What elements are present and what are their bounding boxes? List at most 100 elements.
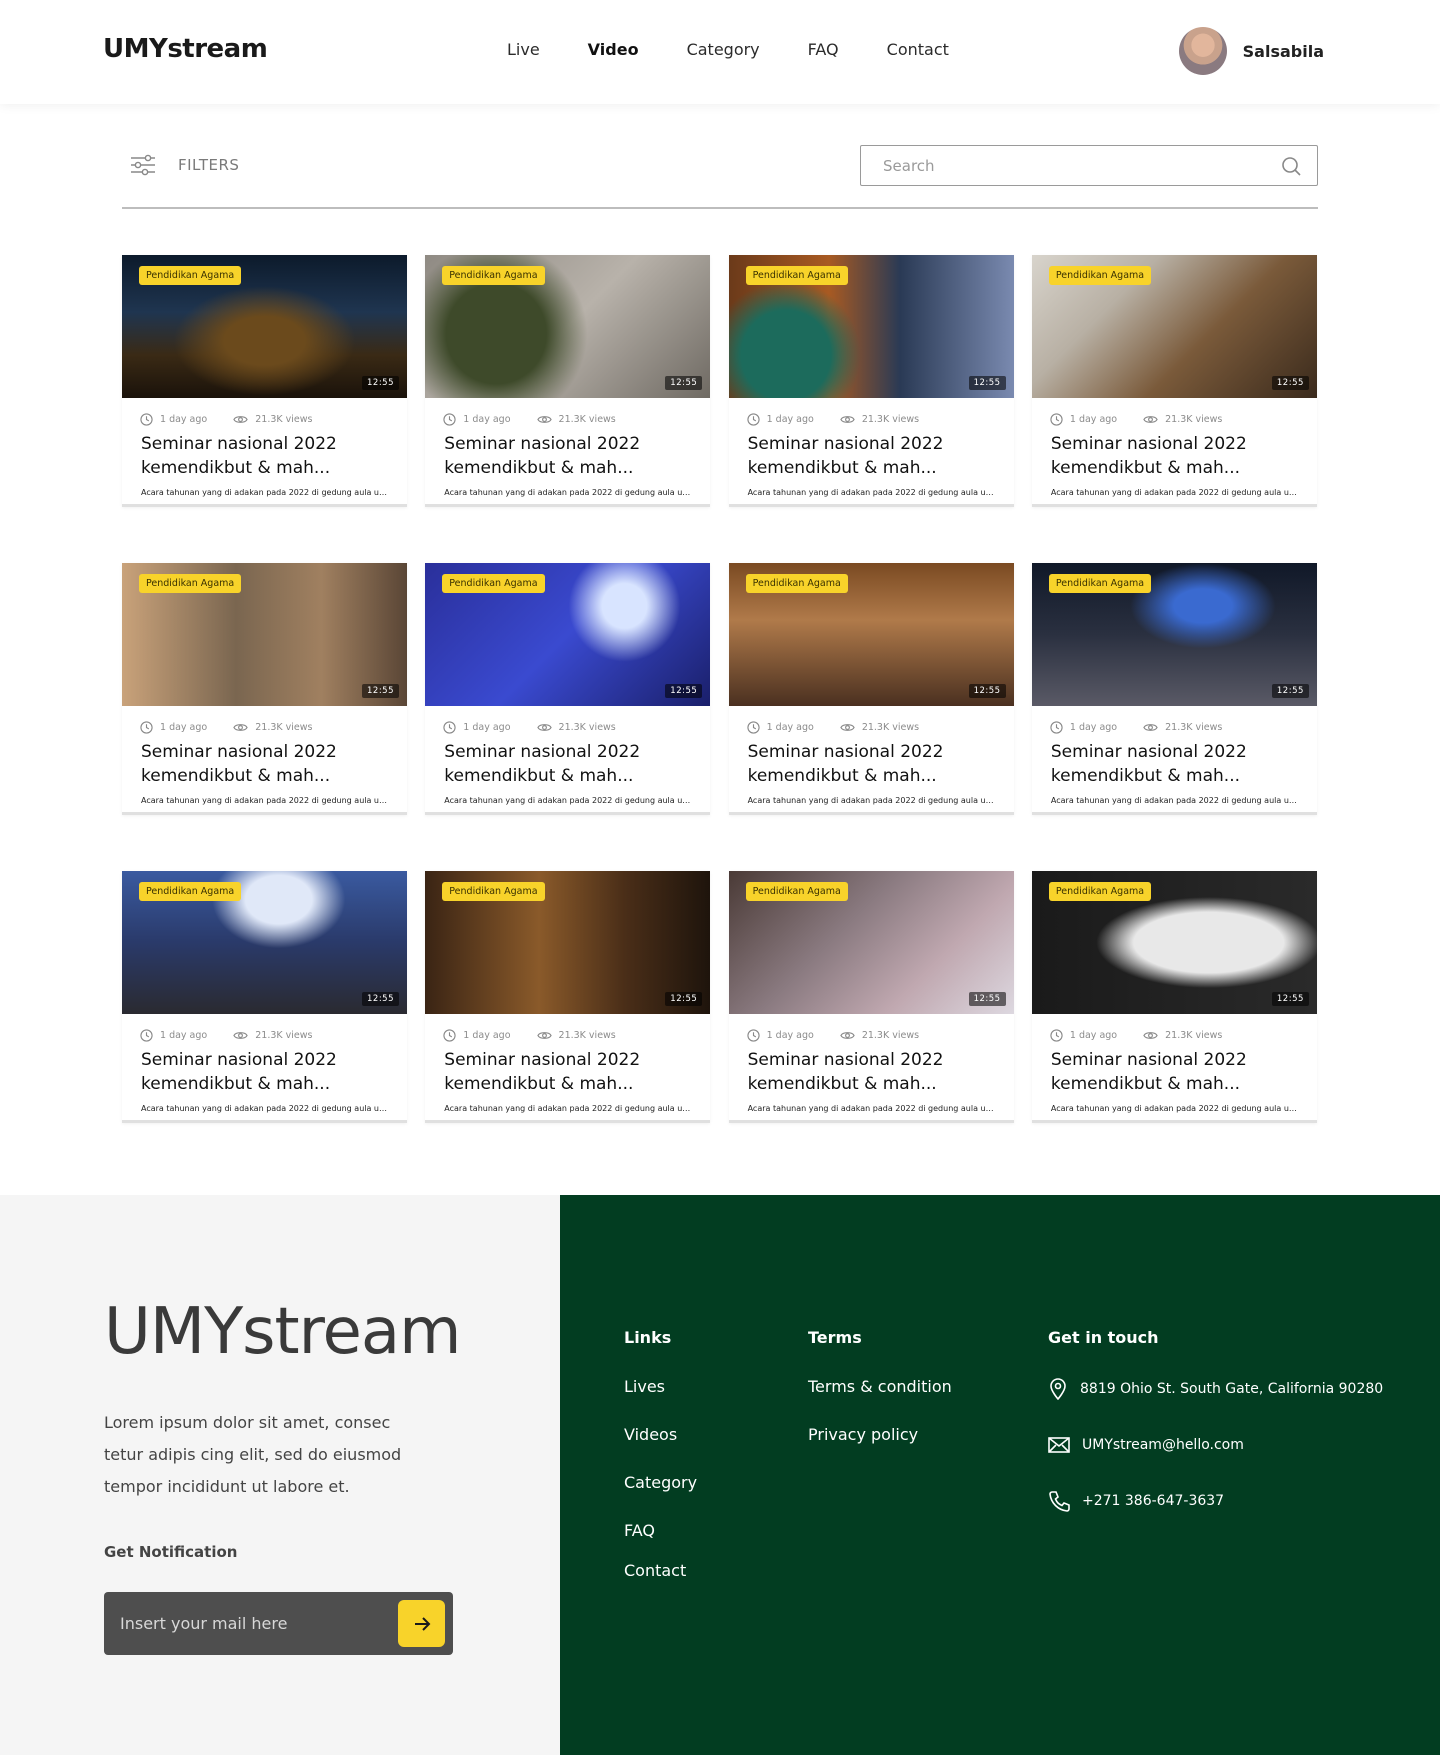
- video-title[interactable]: Seminar nasional 2022 kemendikbut & mah.…: [729, 1044, 1014, 1100]
- nav-live[interactable]: Live: [507, 40, 540, 59]
- video-thumbnail[interactable]: Pendidikan Agama 12:55: [1031, 871, 1317, 1014]
- contact-email-text[interactable]: UMYstream@hello.com: [1082, 1437, 1244, 1453]
- video-title[interactable]: Seminar nasional 2022 kemendikbut & mah.…: [122, 736, 407, 792]
- video-card[interactable]: Pendidikan Agama 12:55 1 day ago 21.3K v…: [728, 563, 1014, 815]
- video-card[interactable]: Pendidikan Agama 12:55 1 day ago 21.3K v…: [728, 255, 1014, 507]
- video-thumbnail[interactable]: Pendidikan Agama 12:55: [728, 255, 1014, 398]
- video-thumbnail[interactable]: Pendidikan Agama 12:55: [122, 871, 407, 1014]
- footer-link-category[interactable]: Category: [624, 1473, 697, 1521]
- contact-phone-text[interactable]: +271 386-647-3637: [1082, 1493, 1224, 1509]
- video-title[interactable]: Seminar nasional 2022 kemendikbut & mah.…: [122, 428, 407, 484]
- nav-video[interactable]: Video: [588, 40, 639, 59]
- nav-faq[interactable]: FAQ: [808, 40, 839, 59]
- video-title[interactable]: Seminar nasional 2022 kemendikbut & mah.…: [1032, 428, 1317, 484]
- video-title[interactable]: Seminar nasional 2022 kemendikbut & mah.…: [425, 428, 710, 484]
- footer-link-contact[interactable]: Contact: [624, 1561, 697, 1609]
- footer-contact-column: Get in touch 8819 Ohio St. South Gate, C…: [1048, 1328, 1383, 1529]
- video-card[interactable]: Pendidikan Agama 12:55 1 day ago 21.3K v…: [1031, 563, 1317, 815]
- video-card[interactable]: Pendidikan Agama 12:55 1 day ago 21.3K v…: [122, 255, 407, 507]
- video-card[interactable]: Pendidikan Agama 12:55 1 day ago 21.3K v…: [728, 871, 1014, 1123]
- video-thumbnail[interactable]: Pendidikan Agama 12:55: [425, 563, 711, 706]
- view-count: 21.3K views: [536, 721, 616, 733]
- eye-icon: [840, 415, 855, 423]
- video-card[interactable]: Pendidikan Agama 12:55 1 day ago 21.3K v…: [1031, 255, 1317, 507]
- duration-label: 12:55: [1271, 992, 1309, 1006]
- video-title[interactable]: Seminar nasional 2022 kemendikbut & mah.…: [122, 1044, 407, 1100]
- user-menu[interactable]: Salsabila: [1178, 27, 1324, 75]
- user-name[interactable]: Salsabila: [1243, 42, 1324, 61]
- search-input[interactable]: [861, 146, 1261, 185]
- eye-icon: [233, 415, 248, 423]
- upload-time-text: 1 day ago: [463, 413, 511, 425]
- category-badge: Pendidikan Agama: [139, 266, 242, 285]
- view-count: 21.3K views: [233, 722, 312, 733]
- video-thumbnail[interactable]: Pendidikan Agama 12:55: [425, 871, 711, 1014]
- email-field[interactable]: [104, 1592, 374, 1655]
- contact-email[interactable]: UMYstream@hello.com: [1048, 1417, 1383, 1473]
- clock-icon: [140, 1028, 153, 1042]
- filters-button[interactable]: FILTERS: [130, 153, 239, 177]
- video-title[interactable]: Seminar nasional 2022 kemendikbut & mah.…: [729, 736, 1014, 792]
- contact-address: 8819 Ohio St. South Gate, California 902…: [1048, 1361, 1383, 1417]
- clock-icon: [1050, 1028, 1063, 1042]
- video-description: Acara tahunan yang di adakan pada 2022 d…: [747, 488, 1001, 497]
- video-description: Acara tahunan yang di adakan pada 2022 d…: [444, 488, 698, 497]
- video-meta: 1 day ago 21.3K views: [1032, 1014, 1317, 1044]
- video-meta: 1 day ago 21.3K views: [122, 706, 407, 736]
- brand-logo[interactable]: UMYstream: [103, 34, 268, 64]
- view-count-text: 21.3K views: [558, 413, 616, 425]
- search-icon[interactable]: [1281, 156, 1301, 176]
- video-thumbnail[interactable]: Pendidikan Agama 12:55: [425, 255, 711, 398]
- category-badge: Pendidikan Agama: [745, 882, 848, 901]
- video-meta: 1 day ago 21.3K views: [425, 1014, 710, 1044]
- video-title[interactable]: Seminar nasional 2022 kemendikbut & mah.…: [729, 428, 1014, 484]
- eye-icon: [536, 415, 552, 423]
- category-badge: Pendidikan Agama: [442, 266, 545, 285]
- video-card[interactable]: Pendidikan Agama 12:55 1 day ago 21.3K v…: [425, 255, 711, 507]
- eye-icon: [1143, 1031, 1158, 1039]
- view-count-text: 21.3K views: [1165, 413, 1223, 425]
- upload-time: 1 day ago: [140, 412, 207, 426]
- video-title[interactable]: Seminar nasional 2022 kemendikbut & mah.…: [1032, 1044, 1317, 1100]
- video-card[interactable]: Pendidikan Agama 12:55 1 day ago 21.3K v…: [425, 563, 711, 815]
- video-description: Acara tahunan yang di adakan pada 2022 d…: [1050, 1104, 1304, 1113]
- video-thumbnail[interactable]: Pendidikan Agama 12:55: [1031, 563, 1317, 706]
- view-count-text: 21.3K views: [861, 721, 920, 733]
- nav-category[interactable]: Category: [687, 40, 760, 59]
- upload-time-text: 1 day ago: [160, 721, 208, 733]
- video-card[interactable]: Pendidikan Agama 12:55 1 day ago 21.3K v…: [122, 563, 407, 815]
- subscribe-button[interactable]: [398, 1600, 445, 1647]
- avatar[interactable]: [1178, 27, 1227, 75]
- category-badge: Pendidikan Agama: [1048, 266, 1152, 285]
- video-thumbnail[interactable]: Pendidikan Agama 12:55: [122, 255, 407, 398]
- video-thumbnail[interactable]: Pendidikan Agama 12:55: [728, 563, 1014, 706]
- footer-link-videos[interactable]: Videos: [624, 1425, 697, 1473]
- nav-contact[interactable]: Contact: [887, 40, 949, 59]
- video-card[interactable]: Pendidikan Agama 12:55 1 day ago 21.3K v…: [122, 871, 407, 1123]
- eye-icon: [1143, 723, 1158, 731]
- view-count-text: 21.3K views: [255, 413, 313, 425]
- footer-link-lives[interactable]: Lives: [624, 1377, 697, 1425]
- view-count-text: 21.3K views: [558, 721, 616, 733]
- footer-link-terms[interactable]: Terms & condition: [808, 1377, 952, 1425]
- video-thumbnail[interactable]: Pendidikan Agama 12:55: [728, 871, 1014, 1014]
- video-thumbnail[interactable]: Pendidikan Agama 12:55: [122, 563, 407, 706]
- video-card[interactable]: Pendidikan Agama 12:55 1 day ago 21.3K v…: [1031, 871, 1317, 1123]
- view-count: 21.3K views: [1143, 414, 1222, 425]
- location-pin-icon: [1050, 1378, 1066, 1400]
- footer-link-privacy[interactable]: Privacy policy: [808, 1425, 952, 1473]
- video-card[interactable]: Pendidikan Agama 12:55 1 day ago 21.3K v…: [425, 871, 711, 1123]
- upload-time: 1 day ago: [1050, 720, 1117, 734]
- duration-label: 12:55: [665, 992, 703, 1006]
- video-title[interactable]: Seminar nasional 2022 kemendikbut & mah.…: [425, 1044, 710, 1100]
- contact-phone[interactable]: +271 386-647-3637: [1048, 1473, 1383, 1529]
- view-count-text: 21.3K views: [861, 413, 920, 425]
- clock-icon: [443, 720, 456, 734]
- video-description: Acara tahunan yang di adakan pada 2022 d…: [747, 796, 1001, 805]
- video-title[interactable]: Seminar nasional 2022 kemendikbut & mah.…: [425, 736, 710, 792]
- video-meta: 1 day ago 21.3K views: [425, 706, 710, 736]
- video-title[interactable]: Seminar nasional 2022 kemendikbut & mah.…: [1032, 736, 1317, 792]
- video-meta: 1 day ago 21.3K views: [122, 398, 407, 428]
- video-thumbnail[interactable]: Pendidikan Agama 12:55: [1031, 255, 1317, 398]
- duration-label: 12:55: [968, 684, 1006, 698]
